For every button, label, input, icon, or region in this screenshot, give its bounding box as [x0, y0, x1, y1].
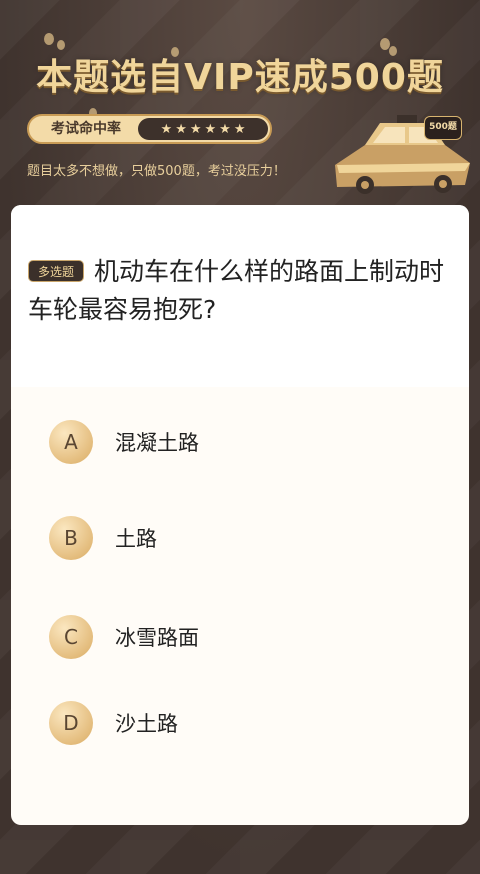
hit-rate-pill: 考试命中率 ★ ★ ★ ★ ★ ★ — [27, 114, 272, 144]
option-letter: A — [49, 420, 93, 464]
banner-subtitle: 题目太多不想做，只做500题，考过没压力！ — [27, 164, 286, 179]
option-c[interactable]: C 冰雪路面 — [49, 614, 429, 660]
star-icon: ★ — [233, 121, 246, 137]
star-icon: ★ — [219, 121, 231, 137]
question-type-badge: 多选题 — [28, 260, 84, 282]
star-icon: ★ — [189, 121, 202, 137]
option-text: 土路 — [115, 527, 157, 551]
star-rating: ★ ★ ★ ★ ★ ★ — [138, 118, 268, 140]
option-text: 冰雪路面 — [115, 626, 199, 650]
star-icon: ★ — [204, 121, 217, 137]
question-card: 机动车在什么样的路面上制动时车轮最容易抱死? 多选题 A 混凝土路 B 土路 C… — [11, 205, 469, 825]
question-text: 机动车在什么样的路面上制动时车轮最容易抱死? — [28, 257, 445, 324]
star-icon: ★ — [160, 121, 173, 137]
banner-title: 本题选自VIP速成500题 — [36, 57, 444, 98]
option-text: 沙土路 — [115, 712, 178, 736]
option-text: 混凝土路 — [115, 431, 199, 455]
vip-banner[interactable]: 本题选自VIP速成500题 考试命中率 ★ ★ ★ ★ ★ ★ 题目太多不想做，… — [0, 0, 480, 205]
option-b[interactable]: B 土路 — [49, 515, 429, 561]
option-a[interactable]: A 混凝土路 — [49, 419, 429, 465]
balloon-decoration — [44, 33, 54, 45]
option-letter: D — [49, 701, 93, 745]
badge-500: 500题 — [424, 116, 462, 140]
option-letter: C — [49, 615, 93, 659]
hit-rate-label: 考试命中率 — [51, 121, 121, 137]
option-letter: B — [49, 516, 93, 560]
star-icon: ★ — [175, 121, 187, 137]
option-d[interactable]: D 沙土路 — [49, 700, 429, 746]
